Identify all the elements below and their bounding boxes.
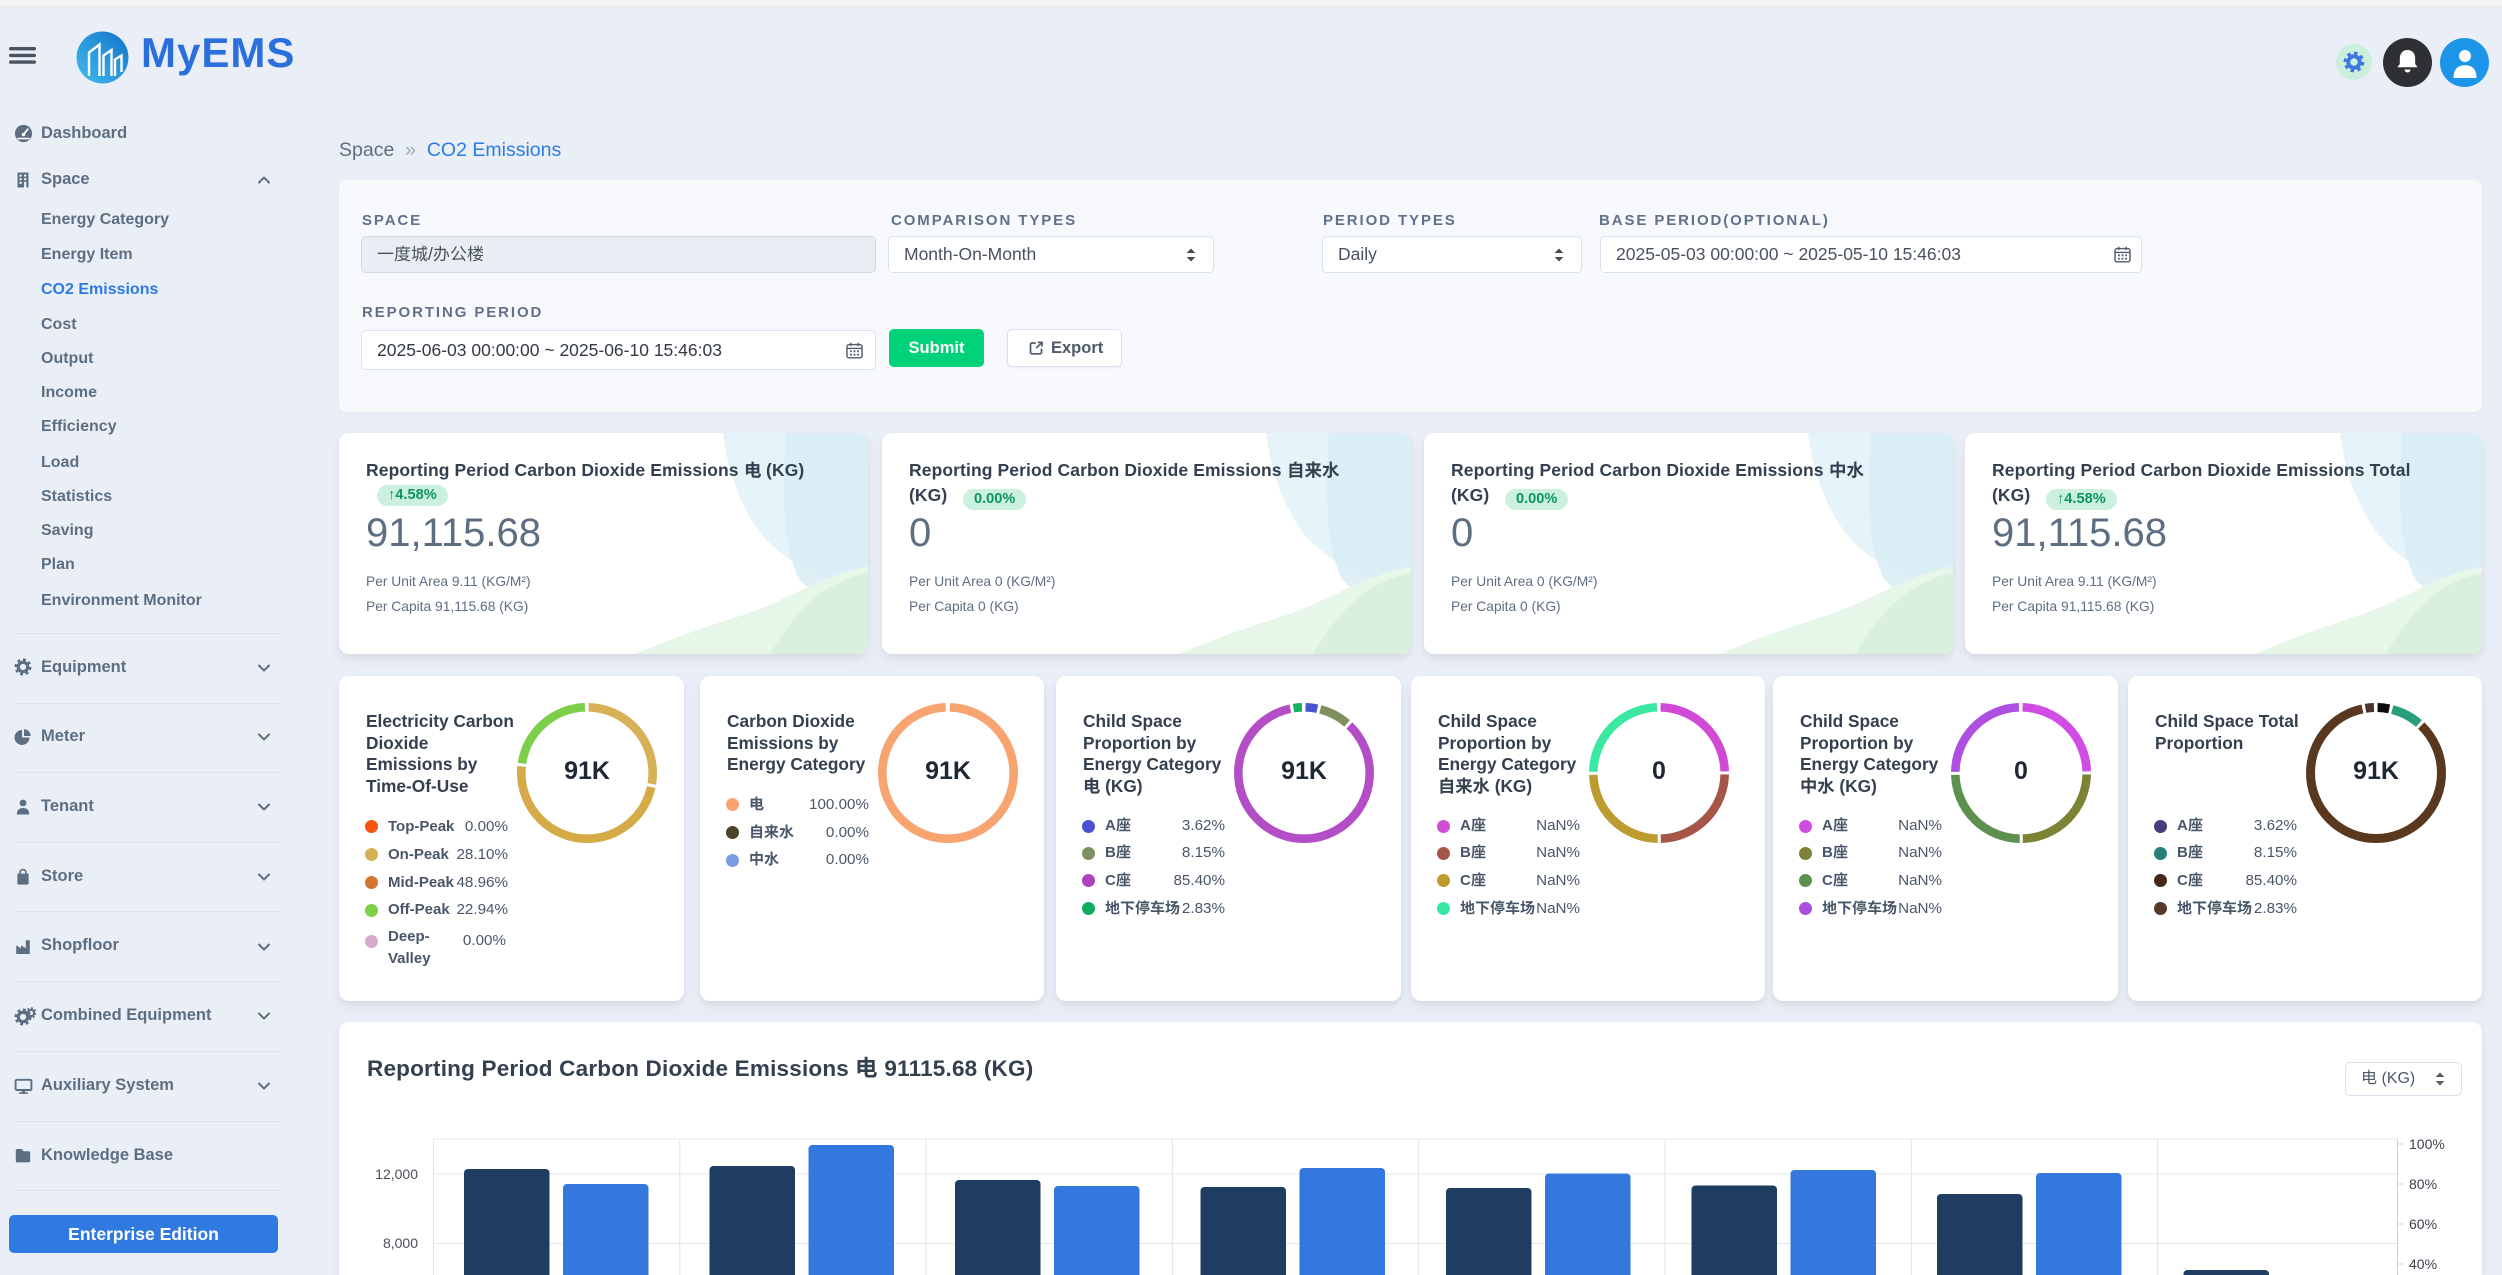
svg-text:8,000: 8,000 (383, 1235, 418, 1251)
svg-text:100%: 100% (2409, 1136, 2445, 1152)
svg-text:12,000: 12,000 (375, 1166, 418, 1182)
svg-text:40%: 40% (2409, 1256, 2437, 1272)
svg-text:60%: 60% (2409, 1216, 2437, 1232)
svg-text:80%: 80% (2409, 1176, 2437, 1192)
